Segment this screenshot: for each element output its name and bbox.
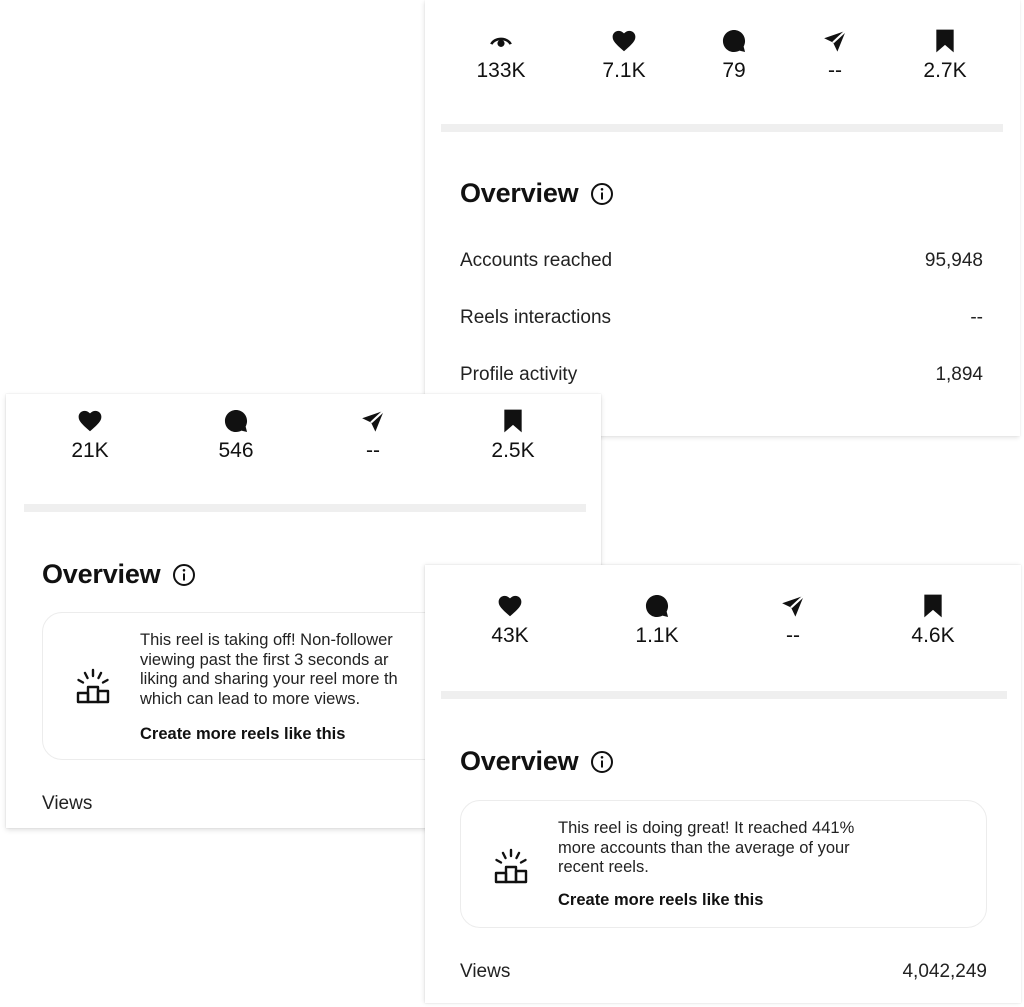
stat-likes[interactable]: 7.1K <box>579 28 669 83</box>
stat-saves-value: 2.7K <box>923 59 967 82</box>
stat-saves[interactable]: 4.6K <box>888 593 978 648</box>
section-divider <box>441 691 1007 699</box>
stat-likes[interactable]: 21K <box>45 408 135 463</box>
heart-icon <box>612 30 636 52</box>
metric-label: Reels interactions <box>460 307 612 328</box>
comment-icon <box>722 29 746 53</box>
overview-title: Overview <box>42 559 161 589</box>
stat-comments[interactable]: 79 <box>689 28 779 83</box>
views-label: Views <box>42 793 93 814</box>
insight-line: which can lead to more views. <box>140 689 361 708</box>
metric-value: 1,894 <box>935 364 983 385</box>
stat-shares[interactable]: -- <box>790 28 880 83</box>
section-divider <box>441 124 1003 132</box>
insight-banner: This reel is doing great! It reached 441… <box>460 800 987 928</box>
info-icon[interactable] <box>590 750 614 774</box>
insight-text: This reel is taking off! Non-follower vi… <box>140 631 398 709</box>
section-divider <box>24 504 586 512</box>
metric-row-accounts-reached[interactable]: Accounts reached 95,948 <box>460 250 983 272</box>
insight-line: liking and sharing your reel more th <box>140 670 398 688</box>
insight-line: This reel is doing great! It reached 441… <box>558 819 855 837</box>
create-more-reels-link[interactable]: Create more reels like this <box>140 725 345 744</box>
stat-shares-value: -- <box>828 59 842 82</box>
stat-likes-value: 7.1K <box>602 59 646 82</box>
comment-icon <box>645 594 669 618</box>
send-icon <box>824 29 847 52</box>
metric-row-profile-activity[interactable]: Profile activity 1,894 <box>460 364 983 386</box>
heart-icon <box>498 595 522 617</box>
overview-header: Overview <box>460 746 614 777</box>
info-icon[interactable] <box>172 563 196 587</box>
insight-line: more accounts than the average of your <box>558 838 850 857</box>
reel-insights-card-bottom: 43K 1.1K -- 4.6K Overview This reel is d… <box>425 565 1021 1003</box>
metric-label: Accounts reached <box>460 250 613 271</box>
reel-insights-card-top: 133K 7.1K 79 -- 2.7K Overview Accounts r… <box>425 0 1020 436</box>
overview-header: Overview <box>460 178 614 209</box>
podium-icon <box>494 848 528 884</box>
stat-shares[interactable]: -- <box>748 593 838 648</box>
overview-title: Overview <box>460 178 579 208</box>
insight-line: recent reels. <box>558 858 649 876</box>
stat-views-value: 133K <box>476 59 526 82</box>
stat-likes-value: 21K <box>71 439 109 462</box>
send-icon <box>362 409 385 432</box>
info-icon[interactable] <box>590 182 614 206</box>
insight-line: This reel is taking off! Non-follower <box>140 631 393 649</box>
insight-text: This reel is doing great! It reached 441… <box>558 819 854 878</box>
views-value: 4,042,249 <box>902 961 987 982</box>
bookmark-icon <box>504 409 522 433</box>
stat-shares-value: -- <box>786 624 800 647</box>
stat-saves[interactable]: 2.5K <box>468 408 558 463</box>
overview-title: Overview <box>460 746 579 776</box>
send-icon <box>782 594 805 617</box>
create-more-reels-link[interactable]: Create more reels like this <box>558 891 763 910</box>
metric-row-views[interactable]: Views 4,042,249 <box>460 961 987 983</box>
stat-shares-value: -- <box>366 439 380 462</box>
insight-line: viewing past the first 3 seconds ar <box>140 650 389 669</box>
heart-icon <box>78 410 102 432</box>
podium-icon <box>76 668 110 704</box>
stat-likes[interactable]: 43K <box>465 593 555 648</box>
stat-comments[interactable]: 1.1K <box>612 593 702 648</box>
stat-comments-value: 1.1K <box>635 624 679 647</box>
overview-header: Overview <box>42 559 196 590</box>
stat-likes-value: 43K <box>491 624 529 647</box>
stat-saves[interactable]: 2.7K <box>900 28 990 83</box>
stat-views[interactable]: 133K <box>456 28 546 83</box>
metric-label: Profile activity <box>460 364 578 385</box>
eye-icon <box>490 37 512 47</box>
stat-comments-value: 79 <box>722 59 746 82</box>
bookmark-icon <box>936 29 954 53</box>
stat-comments-value: 546 <box>218 439 254 462</box>
stat-comments[interactable]: 546 <box>191 408 281 463</box>
stat-saves-value: 4.6K <box>911 624 955 647</box>
comment-icon <box>224 409 248 433</box>
views-label: Views <box>460 961 511 982</box>
stat-shares[interactable]: -- <box>328 408 418 463</box>
stat-saves-value: 2.5K <box>491 439 535 462</box>
metric-value: 95,948 <box>924 250 983 271</box>
metric-row-reels-interactions[interactable]: Reels interactions -- <box>460 307 983 329</box>
metric-value: -- <box>970 307 983 328</box>
bookmark-icon <box>924 594 942 618</box>
